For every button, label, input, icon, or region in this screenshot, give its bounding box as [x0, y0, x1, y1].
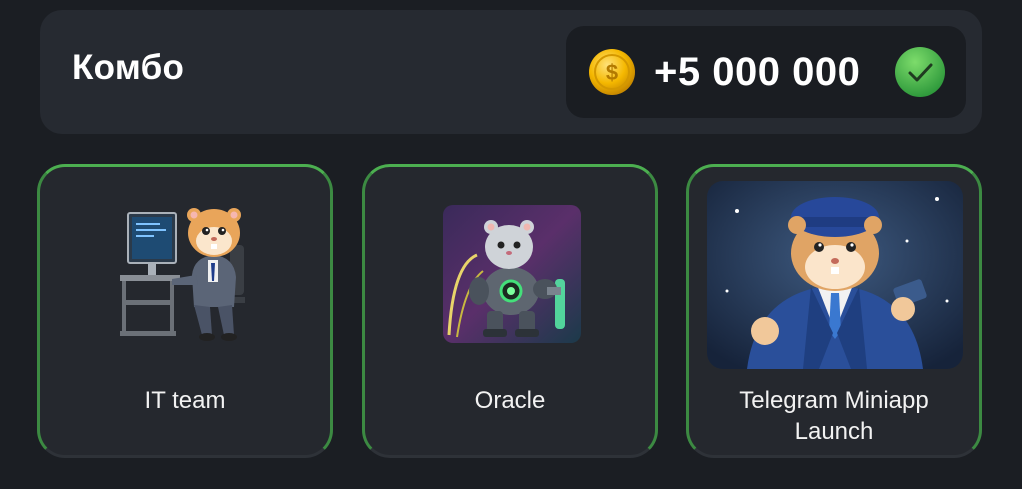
combo-reward: $ +5 000 000	[566, 26, 966, 118]
combo-title: Комбо	[72, 48, 185, 87]
hamster-in-suit-image	[707, 181, 963, 369]
combo-card-label-line-2: Launch	[794, 418, 874, 445]
combo-card-label: Oracle	[474, 387, 546, 414]
combo-card-telegram-miniapp-launch[interactable]: Telegram Miniapp Launch	[686, 164, 982, 458]
combo-card-label-line-1: Telegram Miniapp	[739, 387, 929, 414]
gold-coin-icon: $	[589, 49, 635, 95]
combo-card-oracle[interactable]: Oracle	[362, 164, 658, 458]
combo-card-label: IT team	[144, 387, 226, 414]
combo-panel: Комбо $ +5 000 000	[40, 10, 982, 134]
green-check-icon	[895, 47, 945, 97]
combo-card-it-team[interactable]: IT team	[37, 164, 333, 458]
hamster-at-computer-image	[120, 208, 245, 341]
combo-reward-amount: +5 000 000	[654, 50, 861, 94]
robot-hamster-image	[443, 205, 581, 343]
svg-text:$: $	[606, 60, 618, 85]
